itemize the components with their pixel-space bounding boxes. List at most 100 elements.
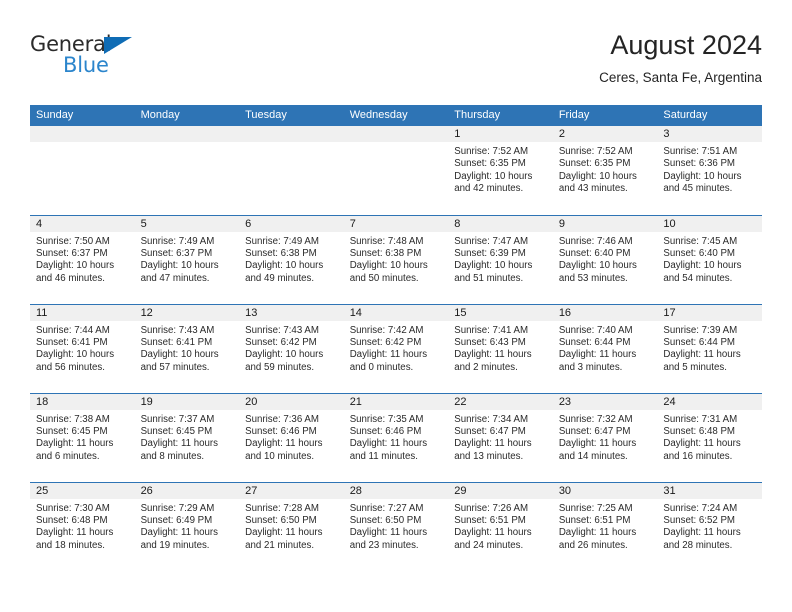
calendar-day-cell[interactable]: 21 Sunrise: 7:35 AM Sunset: 6:46 PM Dayligh…: [343, 392, 449, 482]
sunset-text: Sunset: 6:44 PM: [558, 336, 631, 348]
calendar-day-cell[interactable]: 5 Sunrise: 7:49 AM Sunset: 6:37 PM Daylight…: [134, 214, 240, 304]
daylight-text: Daylight: 10 hours and 57 minutes.: [140, 349, 219, 373]
calendar-day-cell[interactable]: 27 Sunrise: 7:28 AM Sunset: 6:50 PM Dayligh…: [239, 481, 344, 571]
calendar-day-cell[interactable]: 1 Sunrise: 7:52 AM Sunset: 6:35 PM Daylight…: [448, 126, 553, 215]
logo-text-general: General: [30, 32, 112, 56]
calendar-day-cell[interactable]: 20 Sunrise: 7:36 AM Sunset: 6:46 PM Dayligh…: [239, 392, 344, 482]
calendar-day-cell[interactable]: 2 Sunrise: 7:52 AM Sunset: 6:35 PM Daylight…: [552, 126, 658, 215]
calendar-day-cell[interactable]: 23 Sunrise: 7:32 AM Sunset: 6:47 PM Dayligh…: [552, 392, 658, 482]
calendar-day-cell[interactable]: 25 Sunrise: 7:30 AM Sunset: 6:48 PM Dayligh…: [30, 481, 135, 571]
calendar-day-cell[interactable]: 3 Sunrise: 7:51 AM Sunset: 6:36 PM Daylight…: [657, 126, 762, 215]
day-number: 3: [657, 126, 762, 142]
day-details: Sunrise: 7:51 AM Sunset: 6:36 PM Daylight:…: [657, 142, 762, 196]
calendar-day-cell[interactable]: 19 Sunrise: 7:37 AM Sunset: 6:45 PM Dayligh…: [134, 392, 240, 482]
sunset-text: Sunset: 6:51 PM: [558, 514, 631, 526]
day-number: 2: [552, 126, 658, 142]
calendar-day-cell[interactable]: 4 Sunrise: 7:50 AM Sunset: 6:37 PM Daylight…: [30, 214, 135, 304]
calendar-day-cell[interactable]: 18 Sunrise: 7:38 AM Sunset: 6:45 PM Dayligh…: [30, 392, 135, 482]
weekday-header-thursday: Thursday: [448, 105, 553, 126]
sunset-text: Sunset: 6:51 PM: [454, 514, 526, 526]
daylight-text: Daylight: 11 hours and 14 minutes.: [558, 438, 637, 462]
calendar-day-cell[interactable]: 30 Sunrise: 7:25 AM Sunset: 6:51 PM Dayligh…: [552, 481, 658, 571]
calendar-day-cell[interactable]: 9 Sunrise: 7:46 AM Sunset: 6:40 PM Daylight…: [552, 214, 658, 304]
day-number: 8: [448, 215, 553, 232]
weekday-header-tuesday: Tuesday: [239, 105, 344, 126]
daylight-text: Daylight: 11 hours and 28 minutes.: [663, 527, 741, 551]
calendar-day-cell[interactable]: 7 Sunrise: 7:48 AM Sunset: 6:38 PM Daylight…: [343, 214, 449, 304]
calendar-day-cell[interactable]: 11 Sunrise: 7:44 AM Sunset: 6:41 PM Dayligh…: [30, 303, 135, 393]
day-details: Sunrise: 7:52 AM Sunset: 6:35 PM Daylight:…: [448, 142, 553, 196]
calendar-day-cell[interactable]: 16 Sunrise: 7:40 AM Sunset: 6:44 PM Dayligh…: [552, 303, 658, 393]
sunrise-text: Sunrise: 7:51 AM: [663, 146, 738, 157]
calendar-day-cell[interactable]: 13 Sunrise: 7:43 AM Sunset: 6:42 PM Dayligh…: [239, 303, 344, 393]
daylight-text: Daylight: 10 hours and 51 minutes.: [454, 260, 533, 284]
page-title: August 2024: [610, 30, 762, 60]
weekday-header-wednesday: Wednesday: [343, 105, 449, 126]
sunset-text: Sunset: 6:40 PM: [558, 247, 631, 259]
calendar-day-cell[interactable]: 8 Sunrise: 7:47 AM Sunset: 6:39 PM Daylight…: [448, 214, 553, 304]
calendar-day-cell[interactable]: 14 Sunrise: 7:42 AM Sunset: 6:42 PM Dayligh…: [343, 303, 449, 393]
calendar-day-cell[interactable]: 6 Sunrise: 7:49 AM Sunset: 6:38 PM Daylight…: [239, 214, 344, 304]
day-details: Sunrise: 7:46 AM Sunset: 6:40 PM Daylight:…: [553, 232, 658, 286]
daylight-text: Daylight: 11 hours and 23 minutes.: [349, 527, 428, 551]
calendar-week-row: 18 Sunrise: 7:38 AM Sunset: 6:45 PM Dayligh…: [30, 392, 762, 482]
page-subtitle: Ceres, Santa Fe, Argentina: [599, 70, 762, 85]
sunrise-text: Sunrise: 7:36 AM: [245, 413, 319, 425]
day-number: 6: [239, 215, 344, 232]
day-number: 20: [239, 393, 344, 410]
sunset-text: Sunset: 6:38 PM: [349, 247, 422, 259]
calendar-day-cell[interactable]: 24 Sunrise: 7:31 AM Sunset: 6:48 PM Dayligh…: [657, 392, 762, 482]
calendar-day-cell[interactable]: 31 Sunrise: 7:24 AM Sunset: 6:52 PM Dayligh…: [657, 481, 762, 571]
day-details: Sunrise: 7:30 AM Sunset: 6:48 PM Daylight:…: [30, 499, 135, 553]
day-number: 26: [134, 482, 240, 499]
sunrise-text: Sunrise: 7:45 AM: [663, 235, 738, 247]
day-details: Sunrise: 7:26 AM Sunset: 6:51 PM Daylight:…: [448, 499, 553, 553]
day-number: 4: [30, 215, 135, 232]
day-number: 29: [448, 482, 553, 499]
day-details: Sunrise: 7:49 AM Sunset: 6:38 PM Daylight:…: [239, 232, 344, 286]
sunrise-text: Sunrise: 7:44 AM: [36, 324, 110, 336]
day-number: 7: [343, 215, 449, 232]
weekday-header-monday: Monday: [134, 105, 240, 126]
daylight-text: Daylight: 11 hours and 11 minutes.: [349, 438, 428, 462]
weekday-header-sunday: Sunday: [30, 105, 135, 126]
sunset-text: Sunset: 6:49 PM: [140, 514, 213, 526]
calendar-day-cell[interactable]: 17 Sunrise: 7:39 AM Sunset: 6:44 PM Dayligh…: [657, 303, 762, 393]
calendar-day-cell[interactable]: 22 Sunrise: 7:34 AM Sunset: 6:47 PM Dayligh…: [448, 392, 553, 482]
logo-text-blue: Blue: [63, 53, 109, 77]
day-number: 25: [30, 482, 135, 499]
day-number: [134, 126, 240, 142]
calendar-day-cell[interactable]: 29 Sunrise: 7:26 AM Sunset: 6:51 PM Dayligh…: [448, 481, 553, 571]
day-number: 28: [343, 482, 449, 499]
day-details: Sunrise: 7:27 AM Sunset: 6:50 PM Daylight:…: [344, 499, 449, 553]
sunset-text: Sunset: 6:50 PM: [245, 514, 317, 526]
daylight-text: Daylight: 11 hours and 24 minutes.: [454, 527, 532, 551]
calendar-page: General Blue August 2024 Ceres, Santa Fe…: [0, 0, 792, 612]
daylight-text: Daylight: 10 hours and 59 minutes.: [245, 349, 324, 373]
day-details: Sunrise: 7:43 AM Sunset: 6:41 PM Daylight:…: [135, 321, 240, 375]
calendar-day-cell-empty: [343, 126, 449, 215]
daylight-text: Daylight: 11 hours and 21 minutes.: [245, 527, 323, 551]
sunset-text: Sunset: 6:45 PM: [36, 425, 108, 437]
sunrise-text: Sunrise: 7:34 AM: [454, 413, 529, 425]
day-details: Sunrise: 7:52 AM Sunset: 6:35 PM Daylight:…: [553, 142, 658, 196]
day-number: 21: [343, 393, 449, 410]
calendar-day-cell[interactable]: 28 Sunrise: 7:27 AM Sunset: 6:50 PM Dayligh…: [343, 481, 449, 571]
sunrise-text: Sunrise: 7:38 AM: [36, 413, 110, 425]
day-details: Sunrise: 7:36 AM Sunset: 6:46 PM Daylight:…: [239, 410, 344, 464]
day-details: Sunrise: 7:43 AM Sunset: 6:42 PM Daylight:…: [239, 321, 344, 375]
generalblue-logo[interactable]: General Blue: [30, 34, 150, 82]
day-number: 16: [552, 304, 658, 321]
calendar-day-cell[interactable]: 26 Sunrise: 7:29 AM Sunset: 6:49 PM Dayligh…: [134, 481, 240, 571]
calendar-day-cell[interactable]: 15 Sunrise: 7:41 AM Sunset: 6:43 PM Dayligh…: [448, 303, 553, 393]
weekday-header-friday: Friday: [552, 105, 658, 126]
day-details: Sunrise: 7:37 AM Sunset: 6:45 PM Daylight:…: [135, 410, 240, 464]
calendar-week-row: 25 Sunrise: 7:30 AM Sunset: 6:48 PM Dayligh…: [30, 481, 762, 571]
day-details: Sunrise: 7:28 AM Sunset: 6:50 PM Daylight:…: [239, 499, 344, 553]
sunset-text: Sunset: 6:39 PM: [454, 247, 526, 259]
sunrise-text: Sunrise: 7:31 AM: [663, 413, 738, 425]
sunset-text: Sunset: 6:44 PM: [663, 336, 735, 348]
calendar-day-cell[interactable]: 10 Sunrise: 7:45 AM Sunset: 6:40 PM Dayligh…: [657, 214, 762, 304]
calendar-day-cell[interactable]: 12 Sunrise: 7:43 AM Sunset: 6:41 PM Dayligh…: [134, 303, 240, 393]
sunset-text: Sunset: 6:52 PM: [663, 514, 735, 526]
